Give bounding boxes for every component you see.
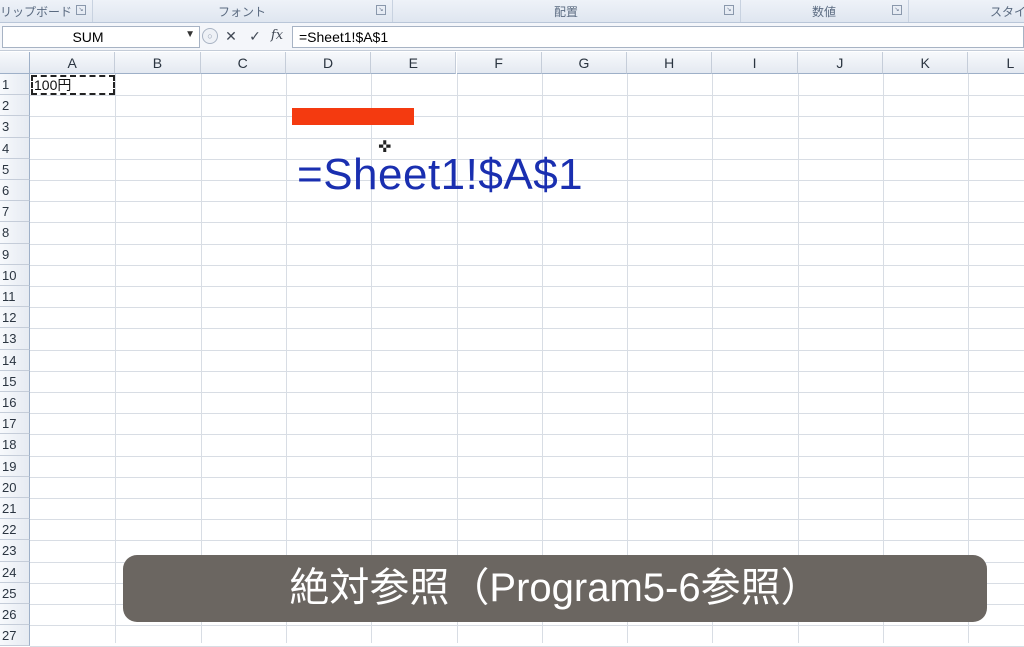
grid-row-line — [30, 476, 1024, 478]
column-header-h[interactable]: H — [627, 52, 713, 74]
column-header-i[interactable]: I — [712, 52, 798, 74]
grid-row-line — [30, 349, 1024, 351]
grid-row-line — [30, 625, 1024, 627]
row-header-5[interactable]: 5 — [0, 158, 30, 180]
row-header-24[interactable]: 24 — [0, 561, 30, 583]
name-box-value: SUM — [72, 29, 104, 45]
select-all-corner[interactable] — [0, 52, 30, 74]
column-header-a[interactable]: A — [30, 52, 116, 74]
grid-row-line — [30, 328, 1024, 330]
row-header-3[interactable]: 3 — [0, 116, 30, 138]
row-header-14[interactable]: 14 — [0, 349, 30, 371]
grid-row-line — [30, 392, 1024, 393]
grid-row-line — [30, 137, 1024, 139]
ribbon-group-label: 数値 — [811, 5, 836, 19]
row-header-20[interactable]: 20 — [0, 476, 30, 498]
grid-row-line — [30, 116, 1024, 118]
video-caption: 絶対参照（Program5-6参照） — [123, 555, 987, 622]
row-header-4[interactable]: 4 — [0, 137, 30, 159]
formula-input-text: =Sheet1!$A$1 — [299, 29, 389, 45]
dialog-launcher-icon[interactable]: ↘ — [892, 5, 902, 15]
grid-row-line — [30, 370, 1024, 372]
row-header-6[interactable]: 6 — [0, 180, 30, 202]
grid-row-line — [30, 413, 1024, 415]
grid-row-line — [30, 434, 1024, 436]
column-header-g[interactable]: G — [541, 52, 628, 74]
row-header-21[interactable]: 21 — [0, 498, 30, 520]
grid-row-line — [30, 201, 1024, 203]
row-header-7[interactable]: 7 — [0, 201, 30, 223]
grid-row-line — [30, 95, 1024, 97]
column-header-b[interactable]: B — [115, 52, 201, 74]
row-header-10[interactable]: 10 — [0, 264, 30, 286]
row-header-11[interactable]: 11 — [0, 286, 30, 308]
grip-handle-icon[interactable]: ○ — [202, 28, 218, 44]
ribbon-group-label: スタイル — [990, 5, 1024, 19]
cell-a1[interactable]: 100円 — [31, 75, 115, 95]
ribbon-group-label: クリップボード — [0, 5, 73, 19]
column-header-j[interactable]: J — [797, 52, 883, 74]
formula-bar: SUM ▼ ○ ✕ ✓ fx =Sheet1!$A$1 — [0, 23, 1024, 51]
row-header-25[interactable]: 25 — [0, 582, 30, 604]
formula-input[interactable]: =Sheet1!$A$1 — [292, 26, 1024, 48]
column-header-d[interactable]: D — [285, 52, 372, 74]
grid-row-line — [30, 243, 1024, 245]
column-header-l[interactable]: L — [968, 52, 1024, 74]
row-header-1[interactable]: 1 — [0, 74, 30, 96]
ribbon-group-bar: クリップボード ↘ フォント ↘ 配置 ↘ 数値 ↘ スタイル — [0, 0, 1024, 23]
ribbon-group-clipboard: クリップボード ↘ — [0, 0, 93, 22]
dialog-launcher-icon[interactable]: ↘ — [76, 5, 86, 15]
grid-row-line — [30, 519, 1024, 521]
row-header-12[interactable]: 12 — [0, 307, 30, 329]
highlight-bar — [292, 108, 414, 125]
row-header-22[interactable]: 22 — [0, 519, 30, 541]
row-header-27[interactable]: 27 — [0, 625, 30, 647]
row-header-17[interactable]: 17 — [0, 413, 30, 435]
column-header-f[interactable]: F — [456, 52, 542, 74]
row-header-15[interactable]: 15 — [0, 370, 30, 392]
formula-buttons: ○ ✕ ✓ fx — [202, 26, 288, 46]
row-header-13[interactable]: 13 — [0, 328, 30, 350]
row-header-8[interactable]: 8 — [0, 222, 30, 244]
ribbon-group-number: 数値 ↘ — [740, 0, 909, 22]
column-header-k[interactable]: K — [883, 52, 969, 74]
dialog-launcher-icon[interactable]: ↘ — [376, 5, 386, 15]
insert-function-icon[interactable]: fx — [268, 26, 286, 46]
row-header-16[interactable]: 16 — [0, 392, 30, 414]
ribbon-group-label: フォント — [217, 5, 266, 19]
column-header-c[interactable]: C — [200, 52, 286, 74]
grid-row-line — [30, 222, 1024, 224]
grid-row-line — [30, 540, 1024, 542]
grid-row-line — [30, 264, 1024, 266]
ribbon-group-font: フォント ↘ — [92, 0, 393, 22]
dialog-launcher-icon[interactable]: ↘ — [724, 5, 734, 15]
grid-row-line — [30, 455, 1024, 457]
row-header-23[interactable]: 23 — [0, 540, 30, 562]
name-box[interactable]: SUM ▼ — [2, 26, 200, 48]
row-header-26[interactable]: 26 — [0, 604, 30, 626]
ribbon-group-label: 配置 — [553, 5, 578, 19]
ribbon-group-styles: スタイル — [908, 0, 1024, 22]
overlay-formula-text: =Sheet1!$A$1 — [297, 150, 584, 199]
column-header-e[interactable]: E — [371, 52, 457, 74]
ribbon-group-alignment: 配置 ↘ — [392, 0, 741, 22]
enter-icon[interactable]: ✓ — [246, 26, 264, 46]
cancel-icon[interactable]: ✕ — [222, 26, 240, 46]
row-header-2[interactable]: 2 — [0, 95, 30, 117]
row-header-18[interactable]: 18 — [0, 434, 30, 456]
grid-row-line — [30, 498, 1024, 499]
cell-cursor-icon: ✜ — [378, 139, 392, 156]
row-header-9[interactable]: 9 — [0, 243, 30, 265]
row-header-19[interactable]: 19 — [0, 455, 30, 477]
grid-row-line — [30, 286, 1024, 287]
grid-row-line — [30, 307, 1024, 309]
chevron-down-icon[interactable]: ▼ — [185, 29, 195, 40]
